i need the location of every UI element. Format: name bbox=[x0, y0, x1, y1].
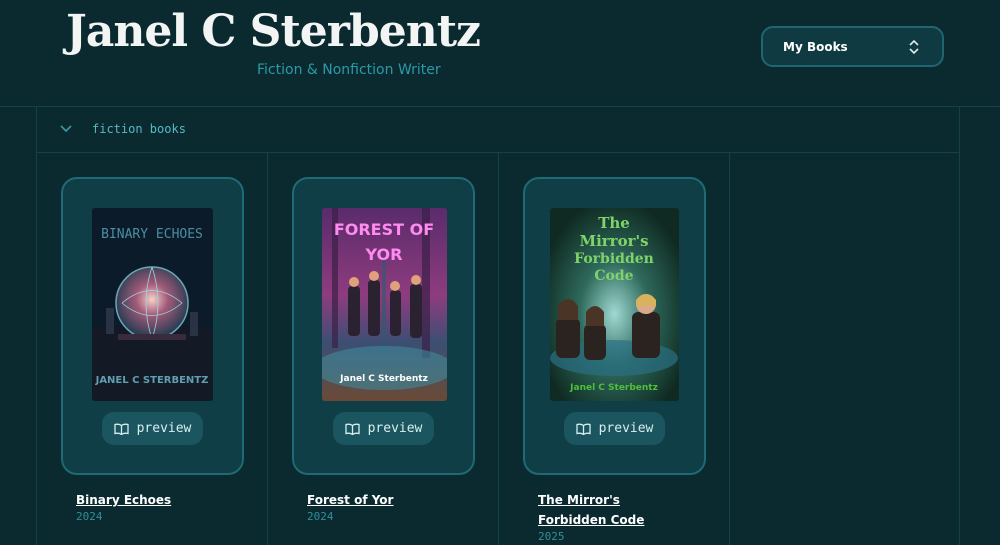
cover-title: FOREST OF bbox=[334, 220, 434, 239]
cover-title: Code bbox=[594, 268, 633, 284]
fiction-books-section: fiction books BINARY ECHOES JANEL C STER… bbox=[36, 107, 960, 545]
book-year: 2024 bbox=[76, 510, 103, 523]
books-grid: BINARY ECHOES JANEL C STERBENTZ preview … bbox=[37, 153, 959, 545]
cover-title: Mirror's bbox=[579, 232, 648, 250]
cover-author: Janel C Sterbentz bbox=[339, 374, 428, 384]
book-title-link[interactable]: Binary Echoes bbox=[76, 490, 236, 510]
book-cover-image[interactable]: BINARY ECHOES JANEL C STERBENTZ bbox=[92, 208, 213, 401]
cover-title: Forbidden bbox=[574, 251, 654, 267]
book-year: 2024 bbox=[307, 510, 334, 523]
book-card: The Mirror's Forbidden Code Janel C Ster… bbox=[523, 177, 706, 475]
cover-title: The bbox=[598, 214, 630, 232]
books-menu-label: My Books bbox=[783, 39, 848, 54]
book-cover-image[interactable]: FOREST OF YOR Janel C Sterbentz bbox=[322, 208, 447, 401]
open-book-icon bbox=[113, 423, 129, 435]
open-book-icon bbox=[575, 423, 591, 435]
book-cover-image[interactable]: The Mirror's Forbidden Code Janel C Ster… bbox=[550, 208, 679, 401]
book-item: The Mirror's Forbidden Code Janel C Ster… bbox=[499, 153, 730, 545]
section-toggle[interactable]: fiction books bbox=[37, 107, 959, 153]
cover-title: YOR bbox=[365, 245, 403, 264]
cover-title: BINARY ECHOES bbox=[101, 227, 203, 242]
book-item: BINARY ECHOES JANEL C STERBENTZ preview … bbox=[37, 153, 268, 545]
site-subtitle: Fiction & Nonfiction Writer bbox=[257, 62, 441, 78]
book-title-link[interactable]: The Mirror's Forbidden Code bbox=[538, 490, 688, 530]
preview-button[interactable]: preview bbox=[333, 412, 434, 445]
site-title[interactable]: Janel C Sterbentz bbox=[66, 6, 481, 57]
preview-button[interactable]: preview bbox=[102, 412, 203, 445]
chevron-up-down-icon bbox=[909, 39, 919, 54]
book-item: FOREST OF YOR Janel C Sterbentz preview … bbox=[268, 153, 499, 545]
section-title: fiction books bbox=[92, 122, 186, 136]
preview-label: preview bbox=[136, 421, 192, 436]
books-menu-select[interactable]: My Books bbox=[761, 26, 944, 67]
book-title-link[interactable]: Forest of Yor bbox=[307, 490, 467, 510]
site-header: Janel C Sterbentz Fiction & Nonfiction W… bbox=[0, 0, 1000, 107]
cover-author: Janel C Sterbentz bbox=[569, 383, 658, 393]
chevron-down-icon bbox=[60, 125, 72, 133]
preview-label: preview bbox=[598, 421, 654, 436]
cover-author: JANEL C STERBENTZ bbox=[95, 375, 209, 386]
book-card: BINARY ECHOES JANEL C STERBENTZ preview bbox=[61, 177, 244, 475]
book-year: 2025 bbox=[538, 530, 565, 543]
open-book-icon bbox=[344, 423, 360, 435]
preview-button[interactable]: preview bbox=[564, 412, 665, 445]
book-card: FOREST OF YOR Janel C Sterbentz preview bbox=[292, 177, 475, 475]
empty-grid-cell bbox=[730, 153, 959, 545]
preview-label: preview bbox=[367, 421, 423, 436]
